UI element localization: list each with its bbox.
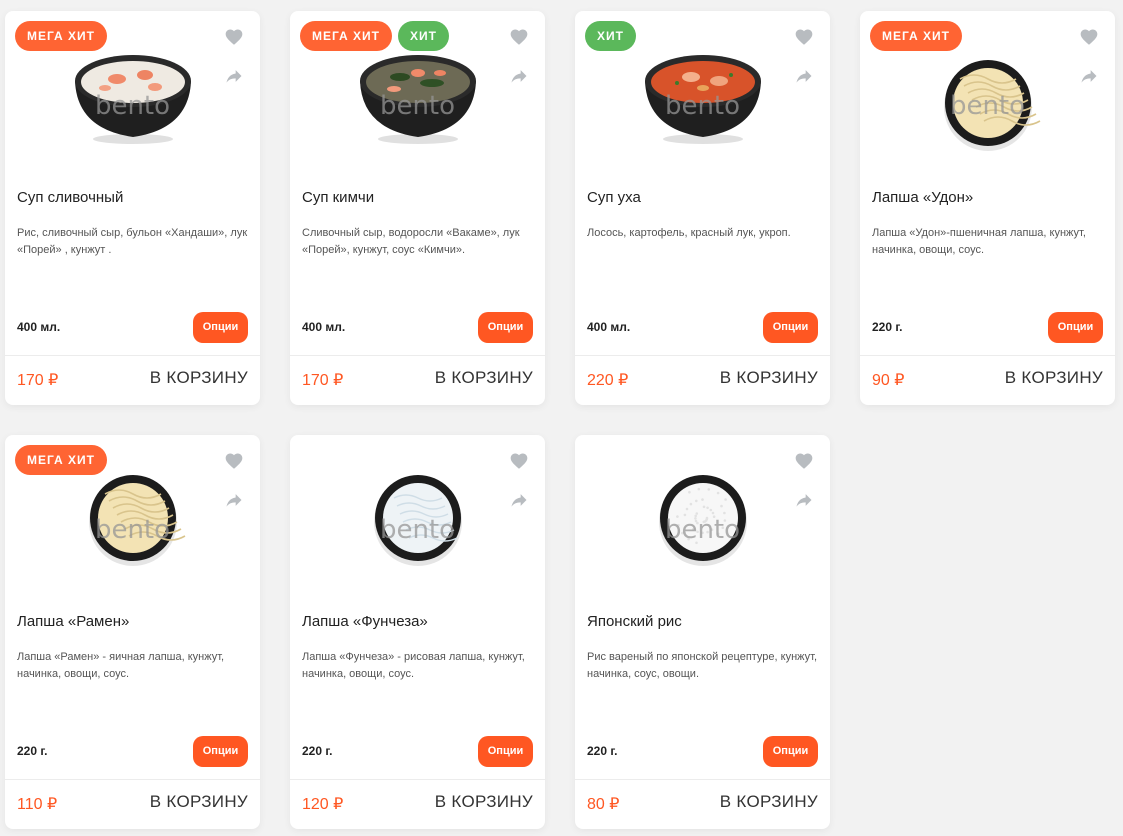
product-name[interactable]: Лапша «Фунчеза» <box>302 613 428 630</box>
options-button[interactable]: Опции <box>478 312 533 343</box>
share-icon[interactable] <box>509 66 529 86</box>
mega-hit-badge: МЕГА ХИТ <box>15 445 108 475</box>
product-image[interactable]: bento <box>575 435 830 605</box>
product-description: Лосось, картофель, красный лук, укроп. <box>587 227 791 239</box>
hit-badge: ХИТ <box>585 21 636 51</box>
product-price: 120 ₽ <box>302 796 344 813</box>
product-grid: bento МЕГА ХИТ Суп сливочный Рис, сливочный… <box>0 0 1123 836</box>
product-card: bento Лапша «Фунчеза» Лапша «Фунчеза» - ри… <box>290 435 545 829</box>
product-weight: 220 г. <box>17 744 48 758</box>
divider <box>5 779 260 780</box>
divider <box>290 779 545 780</box>
product-name[interactable]: Лапша «Удон» <box>872 189 973 206</box>
divider <box>5 355 260 356</box>
product-card: bento МЕГА ХИТ Лапша «Удон» Лапша «Удон»-пш… <box>860 11 1115 405</box>
product-price: 220 ₽ <box>587 372 629 389</box>
badges: МЕГА ХИТ ХИТ <box>300 21 449 51</box>
watermark: bento <box>664 515 741 545</box>
options-button[interactable]: Опции <box>1048 312 1103 343</box>
divider <box>575 779 830 780</box>
share-icon[interactable] <box>794 66 814 86</box>
options-button[interactable]: Опции <box>478 736 533 767</box>
product-weight: 400 мл. <box>302 320 346 334</box>
share-icon[interactable] <box>1079 66 1099 86</box>
add-to-cart-button[interactable]: В КОРЗИНУ <box>435 792 533 812</box>
heart-icon[interactable] <box>224 27 244 47</box>
product-weight: 400 мл. <box>17 320 61 334</box>
product-price: 80 ₽ <box>587 796 620 813</box>
heart-icon[interactable] <box>1079 27 1099 47</box>
watermark: bento <box>379 515 456 545</box>
product-card: bento МЕГА ХИТ Лапша «Рамен» Лапша «Рамен» … <box>5 435 260 829</box>
product-card: bento ХИТ Суп уха Лосось, картофель, красны… <box>575 11 830 405</box>
product-name[interactable]: Суп уха <box>587 189 641 206</box>
product-card: bento МЕГА ХИТ Суп сливочный Рис, сливочный… <box>5 11 260 405</box>
share-icon[interactable] <box>224 490 244 510</box>
add-to-cart-button[interactable]: В КОРЗИНУ <box>720 368 818 388</box>
options-button[interactable]: Опции <box>763 312 818 343</box>
watermark: bento <box>94 91 171 121</box>
product-price: 170 ₽ <box>302 372 344 389</box>
product-name[interactable]: Лапша «Рамен» <box>17 613 129 630</box>
add-to-cart-button[interactable]: В КОРЗИНУ <box>150 792 248 812</box>
badges: ХИТ <box>585 21 636 51</box>
product-description: Лапша «Рамен» - яичная лапша, кунжут, на… <box>17 651 225 680</box>
product-price: 90 ₽ <box>872 372 905 389</box>
product-name[interactable]: Суп кимчи <box>302 189 374 206</box>
add-to-cart-button[interactable]: В КОРЗИНУ <box>720 792 818 812</box>
share-icon[interactable] <box>794 490 814 510</box>
badges: МЕГА ХИТ <box>15 21 108 51</box>
product-weight: 220 г. <box>302 744 333 758</box>
badges: МЕГА ХИТ <box>870 21 963 51</box>
add-to-cart-button[interactable]: В КОРЗИНУ <box>1005 368 1103 388</box>
divider <box>575 355 830 356</box>
mega-hit-badge: МЕГА ХИТ <box>15 21 108 51</box>
share-icon[interactable] <box>224 66 244 86</box>
heart-icon[interactable] <box>794 451 814 471</box>
product-weight: 400 мл. <box>587 320 631 334</box>
options-button[interactable]: Опции <box>763 736 818 767</box>
product-card: bento Японский рис Рис вареный по японской… <box>575 435 830 829</box>
product-description: Рис вареный по японской рецептуре, кунжу… <box>587 651 818 680</box>
watermark: bento <box>379 91 456 121</box>
product-name[interactable]: Японский рис <box>587 613 682 630</box>
product-card: bento МЕГА ХИТ ХИТ Суп кимчи Сливочный сыр, … <box>290 11 545 405</box>
product-weight: 220 г. <box>587 744 618 758</box>
divider <box>290 355 545 356</box>
share-icon[interactable] <box>509 490 529 510</box>
mega-hit-badge: МЕГА ХИТ <box>300 21 393 51</box>
heart-icon[interactable] <box>224 451 244 471</box>
mega-hit-badge: МЕГА ХИТ <box>870 21 963 51</box>
badges: МЕГА ХИТ <box>15 445 108 475</box>
divider <box>860 355 1115 356</box>
product-description: Рис, сливочный сыр, бульон «Хандаши», лу… <box>17 227 248 256</box>
product-description: Лапша «Фунчеза» - рисовая лапша, кунжут,… <box>302 651 525 680</box>
heart-icon[interactable] <box>794 27 814 47</box>
product-price: 170 ₽ <box>17 372 59 389</box>
options-button[interactable]: Опции <box>193 736 248 767</box>
options-button[interactable]: Опции <box>193 312 248 343</box>
add-to-cart-button[interactable]: В КОРЗИНУ <box>150 368 248 388</box>
product-description: Сливочный сыр, водоросли «Вакаме», лук «… <box>302 227 520 256</box>
product-image[interactable]: bento <box>290 435 545 605</box>
add-to-cart-button[interactable]: В КОРЗИНУ <box>435 368 533 388</box>
hit-badge: ХИТ <box>398 21 449 51</box>
product-description: Лапша «Удон»-пшеничная лапша, кунжут, на… <box>872 227 1086 256</box>
heart-icon[interactable] <box>509 27 529 47</box>
product-weight: 220 г. <box>872 320 903 334</box>
product-name[interactable]: Суп сливочный <box>17 189 123 206</box>
heart-icon[interactable] <box>509 451 529 471</box>
product-price: 110 ₽ <box>17 796 58 813</box>
watermark: bento <box>94 515 171 545</box>
watermark: bento <box>664 91 741 121</box>
watermark: bento <box>949 91 1026 121</box>
